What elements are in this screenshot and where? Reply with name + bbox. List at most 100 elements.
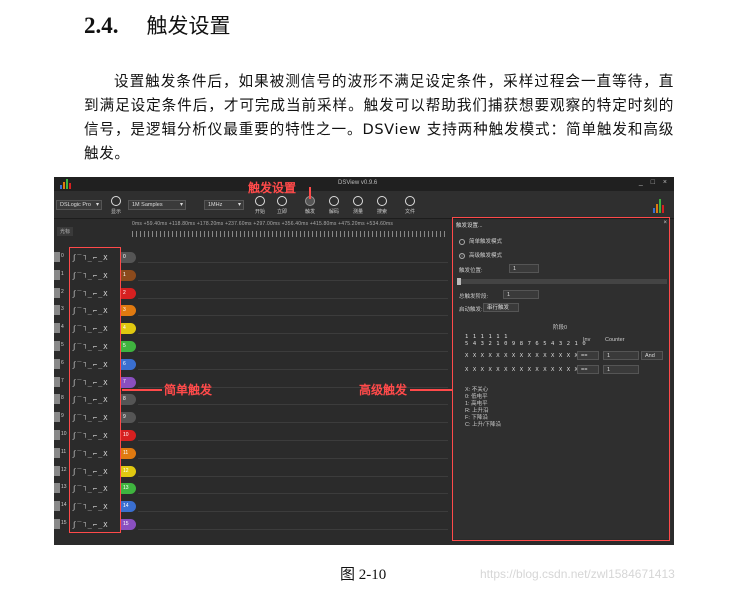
- channel-label: 13: [61, 484, 67, 491]
- brand-logo-icon: [653, 199, 664, 213]
- channel-label: 9: [61, 413, 64, 420]
- simple-trigger-highlight: [69, 247, 121, 533]
- channel-tag[interactable]: 3: [120, 305, 136, 317]
- title-bar: DSView v0.9.6 _ □ ×: [54, 177, 674, 191]
- channel-handle[interactable]: [54, 341, 60, 351]
- channel-handle[interactable]: [54, 447, 60, 458]
- channel-handle[interactable]: [54, 358, 60, 369]
- channel-handle[interactable]: [54, 287, 60, 298]
- samples-select[interactable]: 1M Samples: [128, 200, 186, 210]
- show-button-label: 显示: [110, 209, 121, 215]
- channel-label: 14: [61, 502, 67, 509]
- channel-tag[interactable]: 4: [120, 323, 136, 335]
- channel-trace: [138, 529, 448, 530]
- channel-handle[interactable]: [54, 323, 60, 334]
- watermark: https://blog.csdn.net/zwl1584671413: [480, 567, 675, 581]
- search-icon: [377, 196, 387, 206]
- decode-icon: [329, 196, 339, 206]
- file-button[interactable]: 文件: [398, 196, 422, 215]
- channel-handle[interactable]: [54, 269, 60, 280]
- device-select[interactable]: DSLogic Pro: [56, 200, 102, 210]
- decode-button-label: 解码: [328, 209, 339, 215]
- section-title: 触发设置: [146, 14, 231, 38]
- channel-handle[interactable]: [54, 376, 60, 387]
- dsview-screenshot: DSView v0.9.6 _ □ × DSLogic Pro 显示 1M Sa…: [54, 177, 674, 545]
- channel-handle[interactable]: [54, 252, 60, 262]
- file-button-label: 文件: [404, 209, 415, 215]
- search-button-label: 搜索: [376, 209, 387, 215]
- window-controls[interactable]: _ □ ×: [639, 179, 670, 186]
- annotation-line-advanced: [410, 389, 452, 391]
- channel-label: 8: [61, 395, 64, 402]
- channel-handle[interactable]: [54, 519, 60, 529]
- section-number: 2.4.: [84, 13, 119, 38]
- channel-tag[interactable]: 7: [120, 376, 136, 388]
- instant-icon: [277, 196, 287, 206]
- channel-handle[interactable]: [54, 412, 60, 423]
- annotation-simple-trigger: 简单触发: [164, 383, 213, 397]
- instant-button[interactable]: 立即: [270, 196, 294, 215]
- measure-button[interactable]: 测量: [346, 196, 370, 215]
- channel-label: 6: [61, 359, 64, 366]
- ruler-labels: 0ms +59.40ms +118.80ms +178.20ms +237.60…: [132, 221, 394, 227]
- annotation-trigger-settings: 触发设置: [248, 181, 297, 195]
- channel-tag[interactable]: 5: [120, 341, 136, 352]
- measure-button-label: 测量: [352, 209, 363, 215]
- channel-handle[interactable]: [54, 483, 60, 494]
- channel-handle[interactable]: [54, 305, 60, 316]
- channel-label: 11: [61, 448, 67, 455]
- annotation-arrow: [309, 187, 311, 199]
- channel-trace: [138, 297, 448, 299]
- channel-tag[interactable]: 6: [120, 358, 136, 370]
- body-paragraph: 设置触发条件后，如果被测信号的波形不满足设定条件，采样过程会一直等待，直到满足设…: [84, 73, 674, 162]
- channel-tag[interactable]: 14: [120, 501, 136, 513]
- channel-handle[interactable]: [54, 430, 60, 440]
- channel-tag[interactable]: 9: [120, 412, 136, 424]
- channel-handle[interactable]: [54, 501, 60, 512]
- cursor-button[interactable]: 光标: [57, 227, 74, 236]
- show-button[interactable]: 显示: [104, 196, 128, 215]
- app-logo-icon: [60, 179, 71, 189]
- channel-label: 1: [61, 270, 64, 277]
- channel-label: 7: [61, 377, 64, 384]
- section-heading: 2.4. 触发设置: [84, 10, 231, 40]
- samplerate-select[interactable]: 1MHz: [204, 200, 244, 210]
- channel-tag[interactable]: 15: [120, 519, 136, 530]
- time-ruler: 0ms +59.40ms +118.80ms +178.20ms +237.60…: [132, 221, 448, 243]
- channel-tag[interactable]: 1: [120, 269, 136, 281]
- start-button-label: 开始: [254, 209, 265, 215]
- channel-label: 5: [61, 342, 64, 348]
- figure-caption: 图 2-10: [340, 567, 387, 583]
- decode-button[interactable]: 解码: [322, 196, 346, 215]
- file-icon: [405, 196, 415, 206]
- channel-handle[interactable]: [54, 394, 60, 405]
- toolbar: DSLogic Pro 显示 1M Samples 1MHz 开始 立即 触发 …: [54, 191, 674, 219]
- start-button[interactable]: 开始: [248, 196, 272, 215]
- channel-label: 12: [61, 466, 67, 473]
- annotation-line-simple: [122, 389, 162, 391]
- measure-icon: [353, 196, 363, 206]
- channel-handle[interactable]: [54, 465, 60, 476]
- search-button[interactable]: 搜索: [370, 196, 394, 215]
- channel-tag[interactable]: 2: [120, 287, 136, 299]
- channel-trace: [138, 422, 448, 424]
- play-icon: [255, 196, 265, 206]
- options-icon: [111, 196, 121, 206]
- trigger-button-label: 触发: [304, 209, 315, 215]
- instant-button-label: 立即: [276, 209, 287, 215]
- channel-tag[interactable]: 12: [120, 465, 136, 477]
- channel-tag[interactable]: 13: [120, 483, 136, 495]
- channel-label: 15: [61, 520, 67, 526]
- channel-trace: [138, 457, 448, 459]
- channel-label: 0: [61, 253, 64, 259]
- channel-trace: [138, 351, 448, 352]
- channel-trace: [138, 404, 448, 406]
- channel-tag[interactable]: 0: [120, 252, 136, 263]
- channel-trace: [138, 368, 448, 370]
- channel-label: 2: [61, 288, 64, 295]
- channel-label: 4: [61, 324, 64, 331]
- channel-tag[interactable]: 11: [120, 447, 136, 459]
- channel-tag[interactable]: 8: [120, 394, 136, 406]
- channel-tag[interactable]: 10: [120, 430, 136, 441]
- channel-trace: [138, 511, 448, 513]
